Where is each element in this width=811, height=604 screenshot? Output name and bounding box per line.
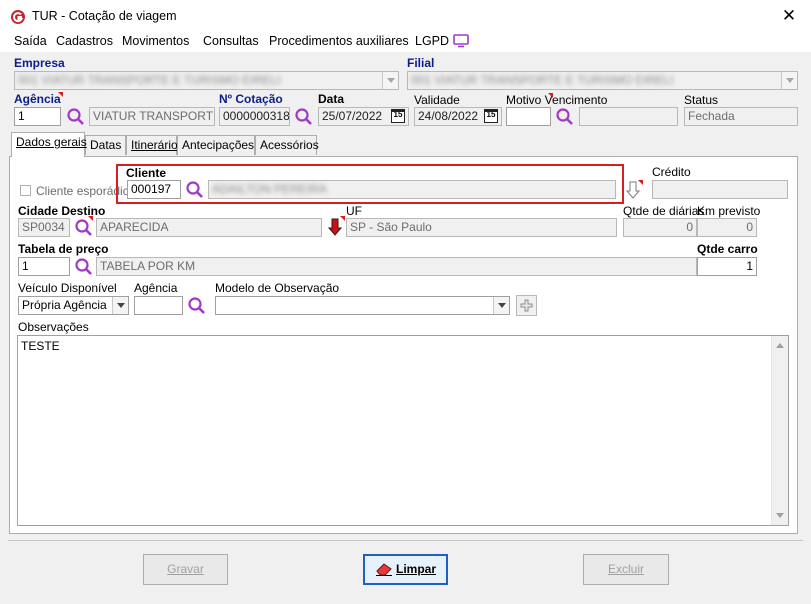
data-value: 25/07/2022 [322, 109, 383, 123]
tab-datas[interactable]: Datas [85, 135, 126, 155]
status-field: Fechada [684, 107, 798, 126]
validade-label: Validade [414, 93, 460, 107]
empresa-select[interactable]: 001 VIATUR TRANSPORTE E TURISMO EIRELI [14, 71, 399, 90]
modelo-observacao-label: Modelo de Observação [215, 281, 340, 295]
data-calendar-icon[interactable]: 15 [391, 109, 405, 123]
tab-dados-gerais[interactable]: Dados gerais [11, 132, 87, 157]
data-label: Data [318, 92, 345, 106]
monitor-icon[interactable] [453, 34, 469, 48]
menu-cadastros[interactable]: Cadastros [56, 34, 113, 48]
agencia-label: Agência [14, 92, 61, 106]
plus-icon [520, 299, 533, 312]
filial-dropdown-arrow-icon[interactable] [781, 72, 797, 89]
credito-field [652, 180, 788, 199]
tabela-name-field: TABELA POR KM [96, 257, 697, 276]
empresa-value: 001 VIATUR TRANSPORTE E TURISMO EIRELI [18, 73, 281, 87]
qtde-diarias-field: 0 [623, 218, 697, 237]
veiculo-dropdown-arrow-icon[interactable] [112, 297, 128, 314]
window-title: TUR - Cotação de viagem [32, 9, 177, 23]
km-previsto-label: Km previsto [697, 204, 761, 218]
motivo-code-input[interactable] [506, 107, 551, 126]
cliente-esporadico-checkbox[interactable] [20, 185, 31, 196]
limpar-button[interactable]: Limpar [363, 554, 448, 585]
required-mark-icon [548, 93, 553, 98]
empresa-label: Empresa [14, 56, 65, 70]
tab-antecipacoes[interactable]: Antecipações [177, 135, 255, 155]
eraser-icon [375, 563, 392, 576]
validade-calendar-icon[interactable]: 15 [484, 109, 498, 123]
tabela-search-icon[interactable] [74, 257, 94, 277]
modelo-observacao-select[interactable] [215, 296, 510, 315]
observacoes-scrollbar[interactable] [771, 336, 788, 525]
required-mark-icon [340, 216, 345, 221]
observacoes-text: TESTE [21, 339, 60, 353]
tab-acessorios[interactable]: Acessórios [255, 135, 319, 155]
empresa-dropdown-arrow-icon[interactable] [382, 72, 398, 89]
agencia2-search-icon[interactable] [187, 296, 207, 316]
cotacao-label: Nº Cotação [219, 92, 283, 106]
add-modelo-button[interactable] [516, 295, 537, 316]
gravar-button[interactable]: Gravar [143, 554, 228, 585]
qtde-diarias-label: Qtde de diárias [623, 204, 705, 218]
agencia2-label: Agência [134, 281, 178, 295]
excluir-button[interactable]: Excluir [583, 554, 669, 585]
cliente-highlight-box [116, 164, 624, 204]
motivo-label: Motivo Vencimento [506, 93, 608, 107]
cotacao-search-icon[interactable] [294, 107, 314, 127]
validade-value: 24/08/2022 [418, 109, 479, 123]
close-button[interactable]: ✕ [775, 4, 803, 28]
veiculo-select[interactable]: Própria Agência [18, 296, 129, 315]
observacoes-label: Observações [18, 320, 89, 334]
cidade-code-input[interactable]: SP0034 [18, 218, 70, 237]
modelo-dropdown-arrow-icon[interactable] [493, 297, 509, 314]
required-mark-icon [88, 216, 93, 221]
required-mark-icon [58, 92, 63, 97]
agencia-code-input[interactable]: 1 [14, 107, 61, 126]
motivo-desc-field [579, 107, 678, 126]
tab-itinerario[interactable]: Itinerário [126, 135, 178, 155]
cidade-search-icon[interactable] [74, 218, 94, 238]
menu-consultas[interactable]: Consultas [203, 34, 259, 48]
menu-procedimentos-auxiliares[interactable]: Procedimentos auxiliares [269, 34, 409, 48]
cotacao-input[interactable]: 0000000318 [219, 107, 290, 126]
filial-label: Filial [407, 56, 435, 70]
credito-label: Crédito [652, 165, 691, 179]
agencia-name-field: VIATUR TRANSPORTE E [89, 107, 215, 126]
tabela-preco-label: Tabela de preço [18, 242, 109, 256]
tabela-code-input[interactable]: 1 [18, 257, 70, 276]
veiculo-value: Própria Agência [22, 298, 107, 312]
veiculo-label: Veículo Disponível [18, 281, 117, 295]
qtde-carro-input[interactable]: 1 [697, 257, 757, 276]
app-logo-icon [11, 10, 25, 24]
motivo-search-icon[interactable] [555, 107, 575, 127]
agencia-search-icon[interactable] [66, 107, 86, 127]
status-label: Status [684, 93, 719, 107]
uf-field: SP - São Paulo [346, 218, 617, 237]
menu-saida[interactable]: Saída [14, 34, 47, 48]
menu-lgpd[interactable]: LGPD [415, 34, 449, 48]
required-mark-icon [638, 180, 643, 185]
footer-separator [8, 540, 803, 541]
filial-select[interactable]: 001 VIATUR TRANSPORTE E TURISMO EIRELI [407, 71, 798, 90]
filial-value: 001 VIATUR TRANSPORTE E TURISMO EIRELI [411, 73, 674, 87]
menu-movimentos[interactable]: Movimentos [122, 34, 189, 48]
observacoes-textarea[interactable]: TESTE [17, 335, 789, 526]
uf-label: UF [346, 204, 362, 218]
agencia2-input[interactable] [134, 296, 183, 315]
qtde-carro-label: Qtde carro [697, 242, 758, 256]
cidade-name-field: APARECIDA [96, 218, 322, 237]
km-previsto-field: 0 [697, 218, 757, 237]
